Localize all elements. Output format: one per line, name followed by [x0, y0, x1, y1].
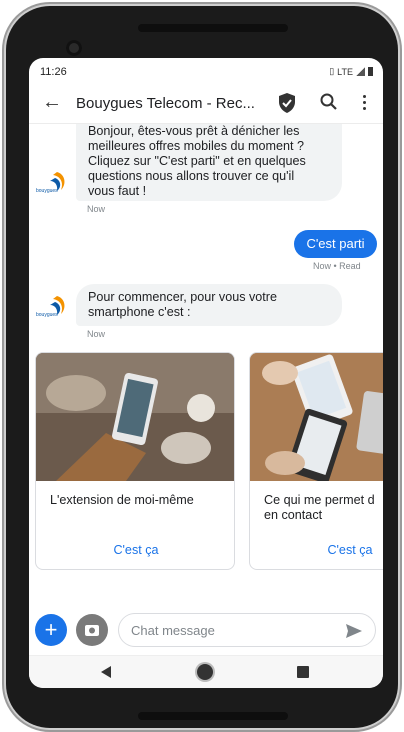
card-title-line: en contact — [264, 508, 323, 522]
shield-check-icon[interactable] — [277, 92, 297, 119]
card-action-button[interactable]: C'est ça — [250, 543, 383, 557]
avatar-brand-text: bouygues — [36, 188, 58, 194]
more-vert-icon[interactable] — [357, 92, 371, 114]
bot-message: Pour commencer, pour vous votre smartpho… — [76, 284, 342, 326]
search-icon[interactable] — [319, 92, 339, 117]
chat-input-placeholder: Chat message — [131, 623, 215, 638]
send-icon[interactable] — [345, 623, 363, 644]
back-arrow-icon[interactable]: ← — [42, 92, 62, 112]
status-icons: ▯ LTE — [329, 66, 373, 77]
status-time: 11:26 — [40, 66, 67, 78]
chat-message-input[interactable]: Chat message — [118, 613, 376, 647]
status-bar: 11:26 ▯ LTE — [29, 58, 383, 84]
nav-recent-icon[interactable] — [297, 666, 309, 678]
message-read-status: Now • Read — [313, 261, 361, 271]
bouygues-avatar: bouygues — [35, 166, 71, 196]
plus-icon[interactable]: + — [35, 614, 67, 646]
nav-home-icon[interactable] — [197, 664, 213, 680]
network-label: LTE — [337, 66, 353, 77]
suggestion-card[interactable]: Ce qui me permet d en contact C'est ça — [249, 352, 383, 570]
front-camera — [66, 40, 82, 56]
system-nav-bar — [29, 655, 383, 688]
bottom-speaker — [138, 712, 288, 720]
card-image-phone-in-hand — [36, 353, 234, 481]
card-title-line: L'extension de moi-même — [50, 493, 194, 507]
bouygues-avatar: bouygues — [35, 290, 71, 320]
card-image-phones-table — [250, 353, 383, 484]
user-message: C'est parti — [294, 230, 377, 258]
message-timestamp: Now — [87, 204, 106, 214]
card-title: L'extension de moi-même — [50, 493, 230, 508]
app-toolbar: ← Bouygues Telecom - Rec... — [29, 84, 383, 124]
signal-icon — [356, 67, 365, 76]
vibrate-icon: ▯ — [329, 66, 335, 76]
suggestion-card[interactable]: L'extension de moi-même C'est ça — [35, 352, 235, 570]
card-title-line: Ce qui me permet d — [264, 493, 375, 507]
message-timestamp: Now — [87, 329, 106, 339]
nav-back-icon[interactable] — [101, 666, 111, 678]
message-line: questions nous allons trouver ce qu'il — [88, 169, 295, 183]
message-composer: + Chat message — [29, 608, 383, 652]
earpiece — [138, 24, 288, 32]
message-line: smartphone c'est : — [88, 305, 191, 319]
card-title: Ce qui me permet d en contact — [264, 493, 383, 523]
screen: 11:26 ▯ LTE ← Bouygues Telecom - Rec... … — [29, 58, 383, 688]
avatar-brand-text: bouygues — [36, 312, 58, 318]
message-line: meilleures offres mobiles du moment ? — [88, 139, 305, 153]
message-line: Pour commencer, pour vous votre — [88, 290, 277, 304]
message-line: vous faut ! — [88, 184, 147, 198]
message-line: Cliquez sur "C'est parti" et en quelques — [88, 154, 306, 168]
bot-message: Bonjour, êtes-vous prêt à dénicher les m… — [76, 124, 342, 201]
message-list: Bonjour, êtes-vous prêt à dénicher les m… — [29, 124, 383, 606]
battery-icon — [368, 67, 373, 76]
gallery-icon[interactable] — [76, 614, 108, 646]
card-action-button[interactable]: C'est ça — [36, 543, 234, 557]
conversation-title: Bouygues Telecom - Rec... — [76, 95, 255, 112]
message-line: Bonjour, êtes-vous prêt à dénicher les — [88, 124, 300, 138]
